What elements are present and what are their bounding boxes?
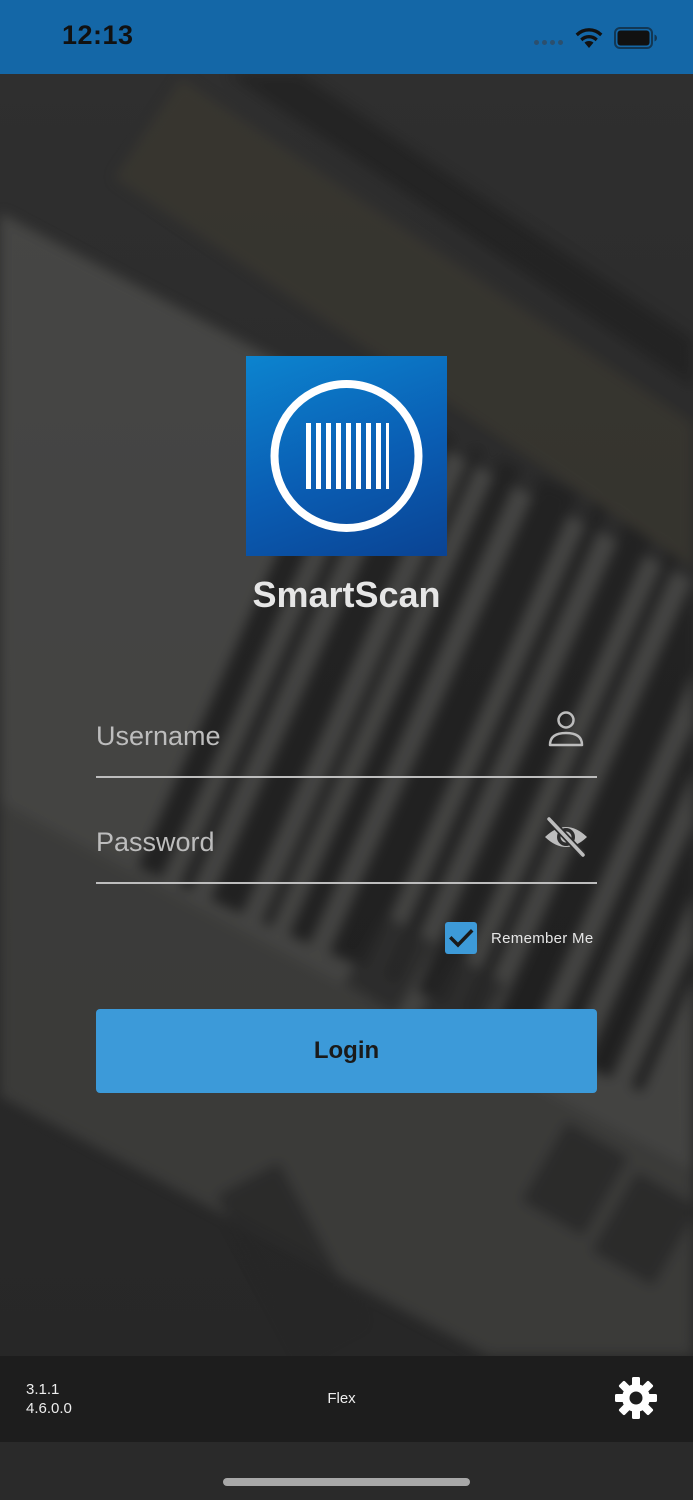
remember-me-label: Remember Me	[491, 929, 594, 947]
home-area	[0, 1442, 693, 1500]
username-field[interactable]	[96, 711, 597, 778]
footer-bar: 3.1.1 4.6.0.0 Flex	[0, 1356, 693, 1442]
remember-me-toggle[interactable]: Remember Me	[445, 922, 594, 954]
status-time: 12:13	[62, 20, 134, 50]
home-indicator[interactable]	[223, 1478, 470, 1486]
wifi-icon	[575, 28, 603, 48]
barcode-circle-icon	[246, 356, 447, 556]
username-input[interactable]	[96, 716, 526, 756]
cellular-signal-icon	[534, 40, 563, 45]
password-field[interactable]	[96, 816, 597, 884]
checkmark-icon	[449, 929, 474, 948]
person-icon	[548, 711, 584, 747]
password-input[interactable]	[96, 822, 526, 862]
login-screen: 12:13 SmartScan Username Remember Me Log…	[0, 0, 693, 1500]
status-bar: 12:13	[0, 0, 693, 74]
battery-icon	[614, 27, 657, 49]
background-photo	[0, 74, 693, 1356]
mode-label: Flex	[327, 1390, 356, 1407]
login-button[interactable]: Login	[96, 1009, 597, 1093]
remember-me-checkbox[interactable]	[445, 922, 477, 954]
eye-slash-icon[interactable]	[543, 815, 589, 859]
app-name: SmartScan	[252, 574, 441, 615]
gear-icon[interactable]	[614, 1376, 658, 1420]
